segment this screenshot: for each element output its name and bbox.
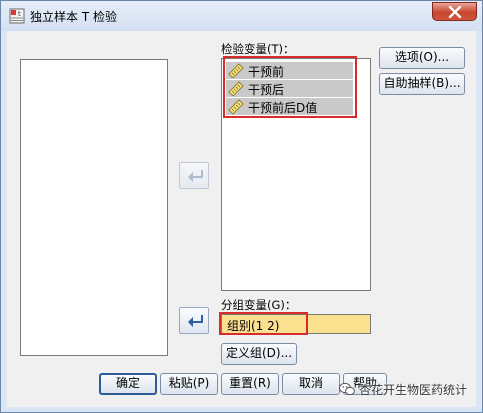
move-to-test-variables-button[interactable] [179,162,209,189]
ok-button[interactable]: 确定 [99,373,157,395]
bootstrap-button[interactable]: 自助抽样(B)... [379,73,465,95]
wechat-icon [339,382,355,396]
test-variables-label: 检验变量(T)： [221,42,295,56]
title-bar[interactable]: t 独立样本 T 检验 [1,1,482,31]
close-button[interactable] [432,2,477,21]
move-arrow-icon [188,170,203,182]
paste-button[interactable]: 粘贴(P) [160,373,218,395]
options-button[interactable]: 选项(O)... [379,47,465,69]
watermark: 杏花开生物医药统计 [339,380,467,398]
dialog-window: t 独立样本 T 检验 检验变量(T)： 干预前 干预后 干预前后D值 分组变量… [0,0,483,413]
move-to-group-variable-button[interactable] [179,307,209,334]
window-title: 独立样本 T 检验 [30,10,117,24]
source-variable-list[interactable] [20,59,168,356]
move-arrow-icon [188,315,203,327]
watermark-text: 杏花开生物医药统计 [359,382,468,397]
close-icon [448,6,462,18]
test-variables-highlight [223,56,357,118]
group-variable-label: 分组变量(G)： [221,298,297,312]
group-variable-highlight [219,312,308,335]
spss-app-icon: t [9,8,25,24]
define-groups-button[interactable]: 定义组(D)... [221,343,297,365]
cancel-button[interactable]: 取消 [282,373,340,395]
svg-text:t: t [18,10,21,18]
dialog-body: 检验变量(T)： 干预前 干预后 干预前后D值 分组变量(G)： 组别(1 2)… [7,31,476,407]
reset-button[interactable]: 重置(R) [221,373,279,395]
